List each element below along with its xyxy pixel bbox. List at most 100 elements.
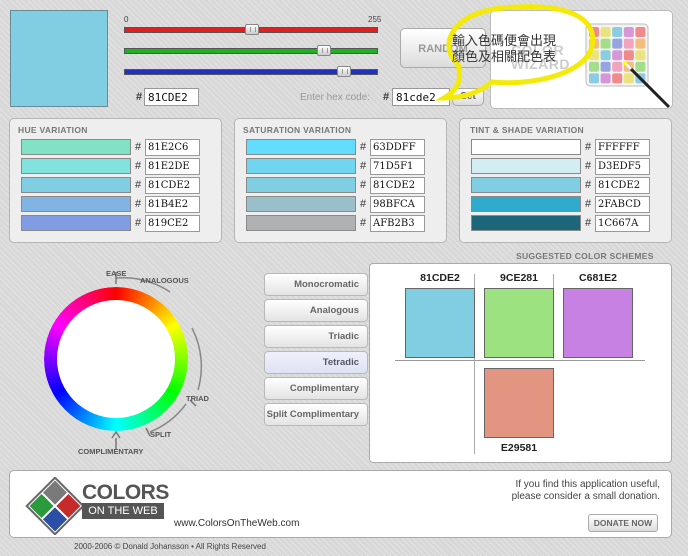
- variation-hash: #: [135, 179, 142, 191]
- footer-panel: COLORS ON THE WEB www.ColorsOnTheWeb.com…: [9, 470, 672, 538]
- variation-hash: #: [360, 198, 367, 210]
- variation-swatch[interactable]: [246, 196, 356, 212]
- scheme-button-list: Monocromatic Analogous Triadic Tetradic Comp…: [264, 273, 368, 433]
- variation-swatch[interactable]: [471, 139, 581, 155]
- current-hex-display: 81CDE2: [144, 88, 199, 106]
- variation-hash: #: [360, 141, 367, 153]
- hex-hash-label: #: [136, 91, 143, 103]
- scheme-button-split-complimentary[interactable]: Split Complimentary: [264, 403, 368, 426]
- donate-button[interactable]: DONATE NOW: [588, 514, 658, 532]
- variation-hex-value: 81CDE2: [595, 177, 650, 194]
- variation-swatch[interactable]: [246, 177, 356, 193]
- scheme-button-monocromatic[interactable]: Monocromatic: [264, 273, 368, 296]
- scheme-button-complimentary[interactable]: Complimentary: [264, 377, 368, 400]
- wheel-label-complimentary: COMPLIMENTARY: [78, 447, 144, 456]
- variation-swatch[interactable]: [21, 158, 131, 174]
- red-slider-thumb[interactable]: [245, 24, 260, 35]
- saturation-variation-panel: SATURATION VARIATION #63DDFF #71D5F1 #81CD…: [234, 118, 447, 243]
- hue-variation-title: HUE VARIATION: [18, 125, 88, 135]
- variation-hex-value: 819CE2: [145, 215, 200, 232]
- scheme-hex-1: 81CDE2: [420, 272, 460, 284]
- variation-swatch[interactable]: [471, 158, 581, 174]
- scheme-hex-2: 9CE281: [500, 272, 538, 284]
- suggested-schemes-title: SUGGESTED COLOR SCHEMES: [516, 251, 654, 261]
- variation-hash: #: [585, 141, 592, 153]
- saturation-variation-title: SATURATION VARIATION: [243, 125, 352, 135]
- scheme-swatch-1[interactable]: [405, 288, 475, 358]
- suggested-schemes-panel: 81CDE2 9CE281 C681E2 E29581: [369, 263, 672, 463]
- site-url-link[interactable]: www.ColorsOnTheWeb.com: [174, 518, 299, 529]
- variation-hex-value: 81E2C6: [145, 139, 200, 156]
- variation-swatch[interactable]: [21, 177, 131, 193]
- scheme-button-analogous[interactable]: Analogous: [264, 299, 368, 322]
- variation-hex-value: 98BFCA: [370, 196, 425, 213]
- green-slider-track[interactable]: [124, 48, 378, 54]
- tint-shade-variation-panel: TINT & SHADE VARIATION # FFFFFF # D3EDF5 #81…: [459, 118, 672, 243]
- variation-hex-value: AFB2B3: [370, 215, 425, 232]
- variation-hex-value: 63DDFF: [370, 139, 425, 156]
- variation-hex-value: 2FABCD: [595, 196, 650, 213]
- variation-hex-value: 71D5F1: [370, 158, 425, 175]
- scheme-swatch-3[interactable]: [563, 288, 633, 358]
- annotation-line-1: 輸入色碼便會出現: [452, 33, 557, 48]
- hue-variation-panel: HUE VARIATION #81E2C6 #81E2DE #81CDE2 #81B4…: [9, 118, 222, 243]
- current-color-preview: [10, 10, 108, 107]
- variation-hash: #: [585, 160, 592, 172]
- variation-swatch[interactable]: [21, 215, 131, 231]
- annotation-line-2: 顏色及相關配色表: [452, 49, 557, 64]
- variation-hex-value: 81B4E2: [145, 196, 200, 213]
- scheme-divider-h: [395, 360, 645, 361]
- annotation-text: 輸入色碼便會出現 顏色及相關配色表: [452, 33, 556, 65]
- wheel-label-ease: EASE: [106, 269, 127, 278]
- variation-hex-value: 81E2DE: [145, 158, 200, 175]
- scheme-swatch-2[interactable]: [484, 288, 554, 358]
- variation-hex-value: 81CDE2: [145, 177, 200, 194]
- variation-hex-value: 1C667A: [595, 215, 650, 232]
- variation-swatch[interactable]: [246, 215, 356, 231]
- rgb-sliders: [124, 24, 378, 82]
- scheme-swatch-4[interactable]: [484, 368, 554, 438]
- scheme-button-tetradic[interactable]: Tetradic: [264, 351, 368, 374]
- variation-hash: #: [135, 198, 142, 210]
- variation-swatch[interactable]: [471, 215, 581, 231]
- logo-subtitle: ON THE WEB: [82, 503, 164, 519]
- variation-hash: #: [360, 179, 367, 191]
- wheel-guide-arcs: [111, 272, 203, 450]
- hex-entry-hash: #: [383, 91, 390, 103]
- variation-swatch[interactable]: [471, 196, 581, 212]
- variation-hash: #: [585, 179, 592, 191]
- variation-hash: #: [585, 198, 592, 210]
- variation-hash: #: [135, 160, 142, 172]
- variation-hash: #: [585, 217, 592, 229]
- scheme-button-triadic[interactable]: Triadic: [264, 325, 368, 348]
- wheel-label-split: SPLIT: [150, 430, 172, 439]
- hex-entry-label: Enter hex code:: [300, 92, 371, 103]
- donate-message: If you find this application useful, ple…: [450, 479, 660, 503]
- variation-swatch[interactable]: [21, 196, 131, 212]
- slider-min-label: 0: [124, 15, 129, 24]
- variation-swatch[interactable]: [21, 139, 131, 155]
- wheel-label-analogous: ANALOGOUS: [140, 276, 189, 285]
- wheel-label-triad: TRIAD: [186, 394, 209, 403]
- variation-hex-value: 81CDE2: [370, 177, 425, 194]
- logo-diamond-icon: [25, 477, 85, 535]
- donate-text-2: please consider a small donation.: [511, 491, 660, 502]
- scheme-hex-3: C681E2: [579, 272, 617, 284]
- variation-hex-value: FFFFFF: [595, 139, 650, 156]
- variation-hash: #: [135, 141, 142, 153]
- variation-swatch[interactable]: [471, 177, 581, 193]
- copyright-text: 2000-2006 © Donald Johansson • All Right…: [74, 542, 266, 551]
- blue-slider-thumb[interactable]: [336, 66, 351, 77]
- variation-hash: #: [360, 160, 367, 172]
- variation-hash: #: [360, 217, 367, 229]
- logo-title: COLORS: [82, 481, 169, 504]
- variation-hash: #: [135, 217, 142, 229]
- slider-max-label: 255: [368, 15, 382, 24]
- variation-hex-value: D3EDF5: [595, 158, 650, 175]
- variation-swatch[interactable]: [246, 158, 356, 174]
- tint-shade-variation-title: TINT & SHADE VARIATION: [470, 125, 584, 135]
- scheme-hex-4: E29581: [500, 442, 538, 454]
- variation-swatch[interactable]: [246, 139, 356, 155]
- donate-text-1: If you find this application useful,: [515, 479, 660, 490]
- green-slider-thumb[interactable]: [316, 45, 331, 56]
